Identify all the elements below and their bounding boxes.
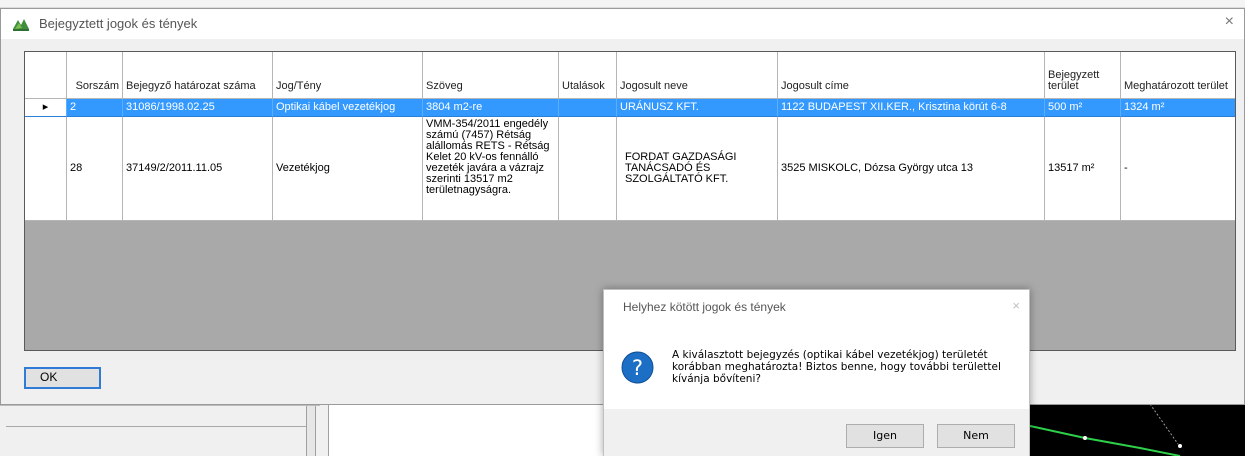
dialog-message: A kiválasztott bejegyzés (optikai kábel … bbox=[672, 349, 1001, 385]
table-row[interactable]: 28 37149/2/2011.11.05 Vezetékjog VMM-354… bbox=[25, 117, 1235, 221]
background-toolbar-strip bbox=[0, 0, 1245, 8]
main-window-title: Bejegyztett jogok és tények bbox=[39, 16, 198, 31]
header-jog[interactable]: Jog/Tény bbox=[273, 52, 423, 99]
cell-szoveg[interactable]: VMM-354/2011 engedély számú (7457) Rétsá… bbox=[423, 117, 559, 221]
row-pointer-icon[interactable]: ▸ bbox=[25, 99, 67, 117]
cell-bejegyzett-terulet[interactable]: 13517 m² bbox=[1045, 117, 1121, 221]
cell-jog[interactable]: Vezetékjog bbox=[273, 117, 423, 221]
background-map-view bbox=[1030, 404, 1245, 456]
confirm-dialog: Helyhez kötött jogok és tények × ? A kiv… bbox=[603, 289, 1030, 456]
cell-sorszam[interactable]: 28 bbox=[67, 117, 123, 221]
header-jogosult-cime[interactable]: Jogosult címe bbox=[778, 52, 1045, 99]
cell-sorszam[interactable]: 2 bbox=[67, 99, 123, 117]
cell-jogosult-cime[interactable]: 1122 BUDAPEST XII.KER., Krisztina körút … bbox=[778, 99, 1045, 117]
map-canvas bbox=[1030, 404, 1182, 456]
background-splitter[interactable] bbox=[306, 406, 316, 456]
main-title-bar[interactable]: Bejegyztett jogok és tények × bbox=[1, 9, 1244, 39]
dialog-title-bar[interactable]: Helyhez kötött jogok és tények × bbox=[604, 290, 1029, 322]
cell-hatarozat[interactable]: 37149/2/2011.11.05 bbox=[123, 117, 273, 221]
cell-szoveg[interactable]: 3804 m2-re bbox=[423, 99, 559, 117]
dialog-close-icon[interactable]: × bbox=[1012, 298, 1020, 313]
no-button[interactable]: Nem bbox=[937, 424, 1015, 448]
header-bejegyzett-terulet[interactable]: Bejegyzett terület bbox=[1045, 52, 1121, 99]
question-icon: ? bbox=[621, 351, 654, 384]
svg-text:?: ? bbox=[632, 356, 643, 380]
background-center-panel bbox=[328, 405, 603, 456]
header-jogosult-neve[interactable]: Jogosult neve bbox=[617, 52, 778, 99]
header-szoveg[interactable]: Szöveg bbox=[423, 52, 559, 99]
header-row-selector bbox=[25, 52, 67, 99]
grid-header-row: Sorszám Bejegyző határozat száma Jog/Tén… bbox=[25, 52, 1235, 99]
header-utalasok[interactable]: Utalások bbox=[559, 52, 617, 99]
cell-hatarozat[interactable]: 31086/1998.02.25 bbox=[123, 99, 273, 117]
background-divider bbox=[6, 426, 306, 427]
cell-jogosult-cime[interactable]: 3525 MISKOLC, Dózsa György utca 13 bbox=[778, 117, 1045, 221]
row-header-cell[interactable] bbox=[25, 117, 67, 221]
dialog-body: ? A kiválasztott bejegyzés (optikai kábe… bbox=[604, 322, 1029, 409]
cell-bejegyzett-terulet[interactable]: 500 m² bbox=[1045, 99, 1121, 117]
table-row[interactable]: ▸ 2 31086/1998.02.25 Optikai kábel vezet… bbox=[25, 99, 1235, 117]
dialog-footer: Igen Nem bbox=[604, 409, 1029, 456]
header-sorszam[interactable]: Sorszám bbox=[67, 52, 123, 99]
cell-utalasok[interactable] bbox=[559, 117, 617, 221]
cell-jogosult-neve[interactable]: URÁNUSZ KFT. bbox=[617, 99, 778, 117]
cell-meghatarozott-terulet[interactable]: - bbox=[1121, 117, 1235, 221]
ok-button[interactable]: OK bbox=[24, 367, 101, 389]
close-icon[interactable]: × bbox=[1225, 13, 1234, 31]
cell-jogosult-neve[interactable]: FORDAT GAZDASÁGI TANÁCSADÓ ÉS SZOLGÁLTAT… bbox=[617, 117, 778, 221]
cell-meghatarozott-terulet[interactable]: 1324 m² bbox=[1121, 99, 1235, 117]
yes-button[interactable]: Igen bbox=[846, 424, 924, 448]
dialog-title: Helyhez kötött jogok és tények bbox=[623, 300, 786, 314]
header-hatarozat[interactable]: Bejegyző határozat száma bbox=[123, 52, 273, 99]
app-logo-icon bbox=[12, 16, 30, 32]
header-meghatarozott-terulet[interactable]: Meghatározott terület bbox=[1121, 52, 1235, 99]
background-left-panel bbox=[0, 405, 320, 456]
cell-jog[interactable]: Optikai kábel vezetékjog bbox=[273, 99, 423, 117]
cell-utalasok[interactable] bbox=[559, 99, 617, 117]
